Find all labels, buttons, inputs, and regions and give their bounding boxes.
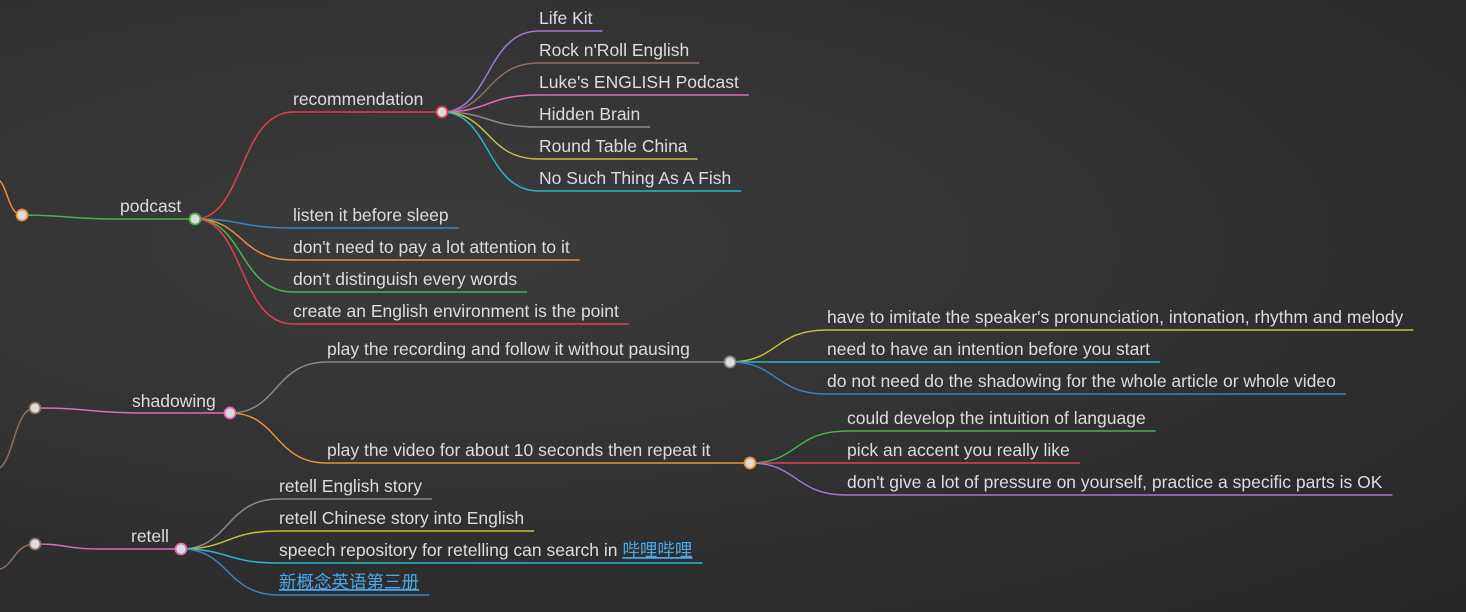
branch-1-group-1-item-0-text: could develop the intuition of language bbox=[847, 408, 1146, 428]
branch-0-group-0-edge bbox=[194, 111, 442, 220]
branch-0-group-0-item-2-text: Luke's ENGLISH Podcast bbox=[539, 72, 739, 92]
branch-1-group-1-label: play the video for about 10 seconds then… bbox=[327, 440, 710, 460]
branch-2-leaf-0: retell English story bbox=[279, 476, 422, 496]
branch-0-leaf-1-text: don't need to pay a lot attention to it bbox=[293, 237, 570, 257]
branch-0-leaf-2-text: don't distinguish every words bbox=[293, 269, 517, 289]
branch-1-group-1-label-text: play the video for about 10 seconds then… bbox=[327, 440, 710, 460]
branch-2-leaf-3[interactable]: 新概念英语第三册 bbox=[279, 572, 419, 592]
branch-1-group-0-item-0-text: have to imitate the speaker's pronunciat… bbox=[827, 307, 1404, 327]
branch-1-group-0-edge bbox=[229, 361, 730, 414]
branch-1-topic: shadowing bbox=[132, 391, 216, 411]
branch-2-leaf-3-link[interactable]: 新概念英语第三册 bbox=[279, 572, 419, 592]
branch-0-topic-node[interactable] bbox=[188, 212, 202, 226]
branch-1-group-0-item-1-text: need to have an intention before you sta… bbox=[827, 339, 1150, 359]
branch-2-topic-node[interactable] bbox=[174, 542, 188, 556]
branch-1-anchor-node[interactable] bbox=[28, 401, 42, 415]
branch-2-leaf-2[interactable]: speech repository for retelling can sear… bbox=[279, 540, 692, 560]
branch-0-leaf-3: create an English environment is the poi… bbox=[293, 301, 619, 321]
branch-2-topic-text: retell bbox=[131, 526, 169, 546]
branch-0-anchor-node[interactable] bbox=[15, 208, 29, 222]
branch-2-leaf-2-link[interactable]: 哔哩哔哩 bbox=[622, 540, 692, 560]
branch-1-group-1-node[interactable] bbox=[743, 456, 757, 470]
branch-0-group-0-item-1: Rock n'Roll English bbox=[539, 40, 689, 60]
branch-0-group-0-item-4-text: Round Table China bbox=[539, 136, 688, 156]
branch-1-group-0-item-1: need to have an intention before you sta… bbox=[827, 339, 1150, 359]
mind-map-canvas: podcast recommendation Life Kit Rock n'Roll… bbox=[0, 8, 1414, 596]
branch-2-leaf-1-text: retell Chinese story into English bbox=[279, 508, 524, 528]
branch-0-group-0-item-5: No Such Thing As A Fish bbox=[539, 168, 731, 188]
branch-0-group-0-node[interactable] bbox=[435, 105, 449, 119]
branch-1-group-0-label-text: play the recording and follow it without… bbox=[327, 339, 690, 359]
branch-0-group-0-label: recommendation bbox=[293, 89, 423, 109]
branch-0-leaf-2: don't distinguish every words bbox=[293, 269, 517, 289]
branch-0-leaf-0-text: listen it before sleep bbox=[293, 205, 449, 225]
branch-2-leaf-1: retell Chinese story into English bbox=[279, 508, 524, 528]
branch-0-topic: podcast bbox=[120, 196, 181, 216]
branch-0-group-0-item-1-text: Rock n'Roll English bbox=[539, 40, 689, 60]
branch-1-group-1-item-0: could develop the intuition of language bbox=[847, 408, 1146, 428]
branch-0-leaf-1: don't need to pay a lot attention to it bbox=[293, 237, 570, 257]
branch-1-topic-text: shadowing bbox=[132, 391, 216, 411]
branch-1-group-0-item-2: do not need do the shadowing for the who… bbox=[827, 371, 1336, 391]
branch-1-topic-node[interactable] bbox=[223, 406, 237, 420]
branch-0-leaf-3-text: create an English environment is the poi… bbox=[293, 301, 619, 321]
branch-2-topic: retell bbox=[131, 526, 169, 546]
branch-1-group-0-label: play the recording and follow it without… bbox=[327, 339, 690, 359]
branch-0-group-0-label-text: recommendation bbox=[293, 89, 423, 109]
branch-1-group-1-item-1-text: pick an accent you really like bbox=[847, 440, 1070, 460]
branch-2-leaf-2-text: speech repository for retelling can sear… bbox=[279, 540, 622, 560]
branch-1-group-1-item-2: don't give a lot of pressure on yourself… bbox=[847, 472, 1383, 492]
branch-2-root-edge bbox=[0, 543, 36, 570]
branch-0-group-0-item-5-text: No Such Thing As A Fish bbox=[539, 168, 731, 188]
branch-1-group-0-item-0: have to imitate the speaker's pronunciat… bbox=[827, 307, 1404, 327]
branch-1-root-edge bbox=[0, 407, 36, 469]
branch-0-group-0-item-4: Round Table China bbox=[539, 136, 688, 156]
branch-0-group-0-item-2: Luke's ENGLISH Podcast bbox=[539, 72, 739, 92]
branch-0-group-0-item-3-text: Hidden Brain bbox=[539, 104, 640, 124]
branch-2-anchor-node[interactable] bbox=[28, 537, 42, 551]
branch-1-group-1-item-2-text: don't give a lot of pressure on yourself… bbox=[847, 472, 1383, 492]
branch-0-group-0-item-0-text: Life Kit bbox=[539, 8, 593, 28]
branch-0-leaf-0: listen it before sleep bbox=[293, 205, 449, 225]
branch-1-group-0-node[interactable] bbox=[723, 355, 737, 369]
branch-0-topic-text: podcast bbox=[120, 196, 181, 216]
branch-0-group-0-item-0: Life Kit bbox=[539, 8, 593, 28]
branch-2-leaf-0-text: retell English story bbox=[279, 476, 422, 496]
branch-1-group-0-item-2-text: do not need do the shadowing for the who… bbox=[827, 371, 1336, 391]
branch-0-group-0-item-3: Hidden Brain bbox=[539, 104, 640, 124]
branch-0-root-edge bbox=[0, 180, 23, 216]
branch-1-group-1-item-1: pick an accent you really like bbox=[847, 440, 1070, 460]
